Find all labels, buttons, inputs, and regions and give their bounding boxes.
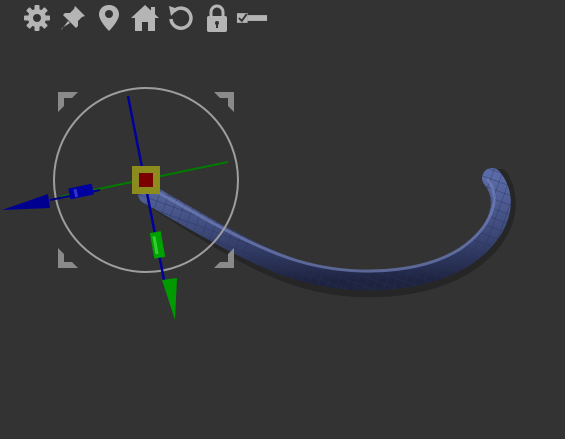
lock-button[interactable] [200,2,233,34]
location-pin-icon [98,5,119,31]
scene-canvas[interactable] [0,0,565,439]
gear-icon [23,5,50,31]
checkbox-toggle-icon [236,13,268,23]
3d-viewport[interactable] [0,0,565,439]
viewport-toolbar [20,2,269,34]
toggle-button[interactable] [236,2,269,34]
location-button[interactable] [92,2,125,34]
gizmo-arrow-left [2,194,50,210]
tail-mesh-wireframe [138,168,511,291]
gizmo-handle-green [149,231,166,259]
pin-button[interactable] [56,2,89,34]
home-icon [130,5,159,31]
lock-icon [206,4,227,32]
reset-button[interactable] [164,2,197,34]
settings-button[interactable] [20,2,53,34]
gizmo-handle-blue [68,183,94,200]
home-button[interactable] [128,2,161,34]
gizmo-center-core [139,173,153,187]
pin-icon [60,6,85,30]
gizmo-arrow-down [162,278,177,320]
reset-icon [168,6,193,30]
